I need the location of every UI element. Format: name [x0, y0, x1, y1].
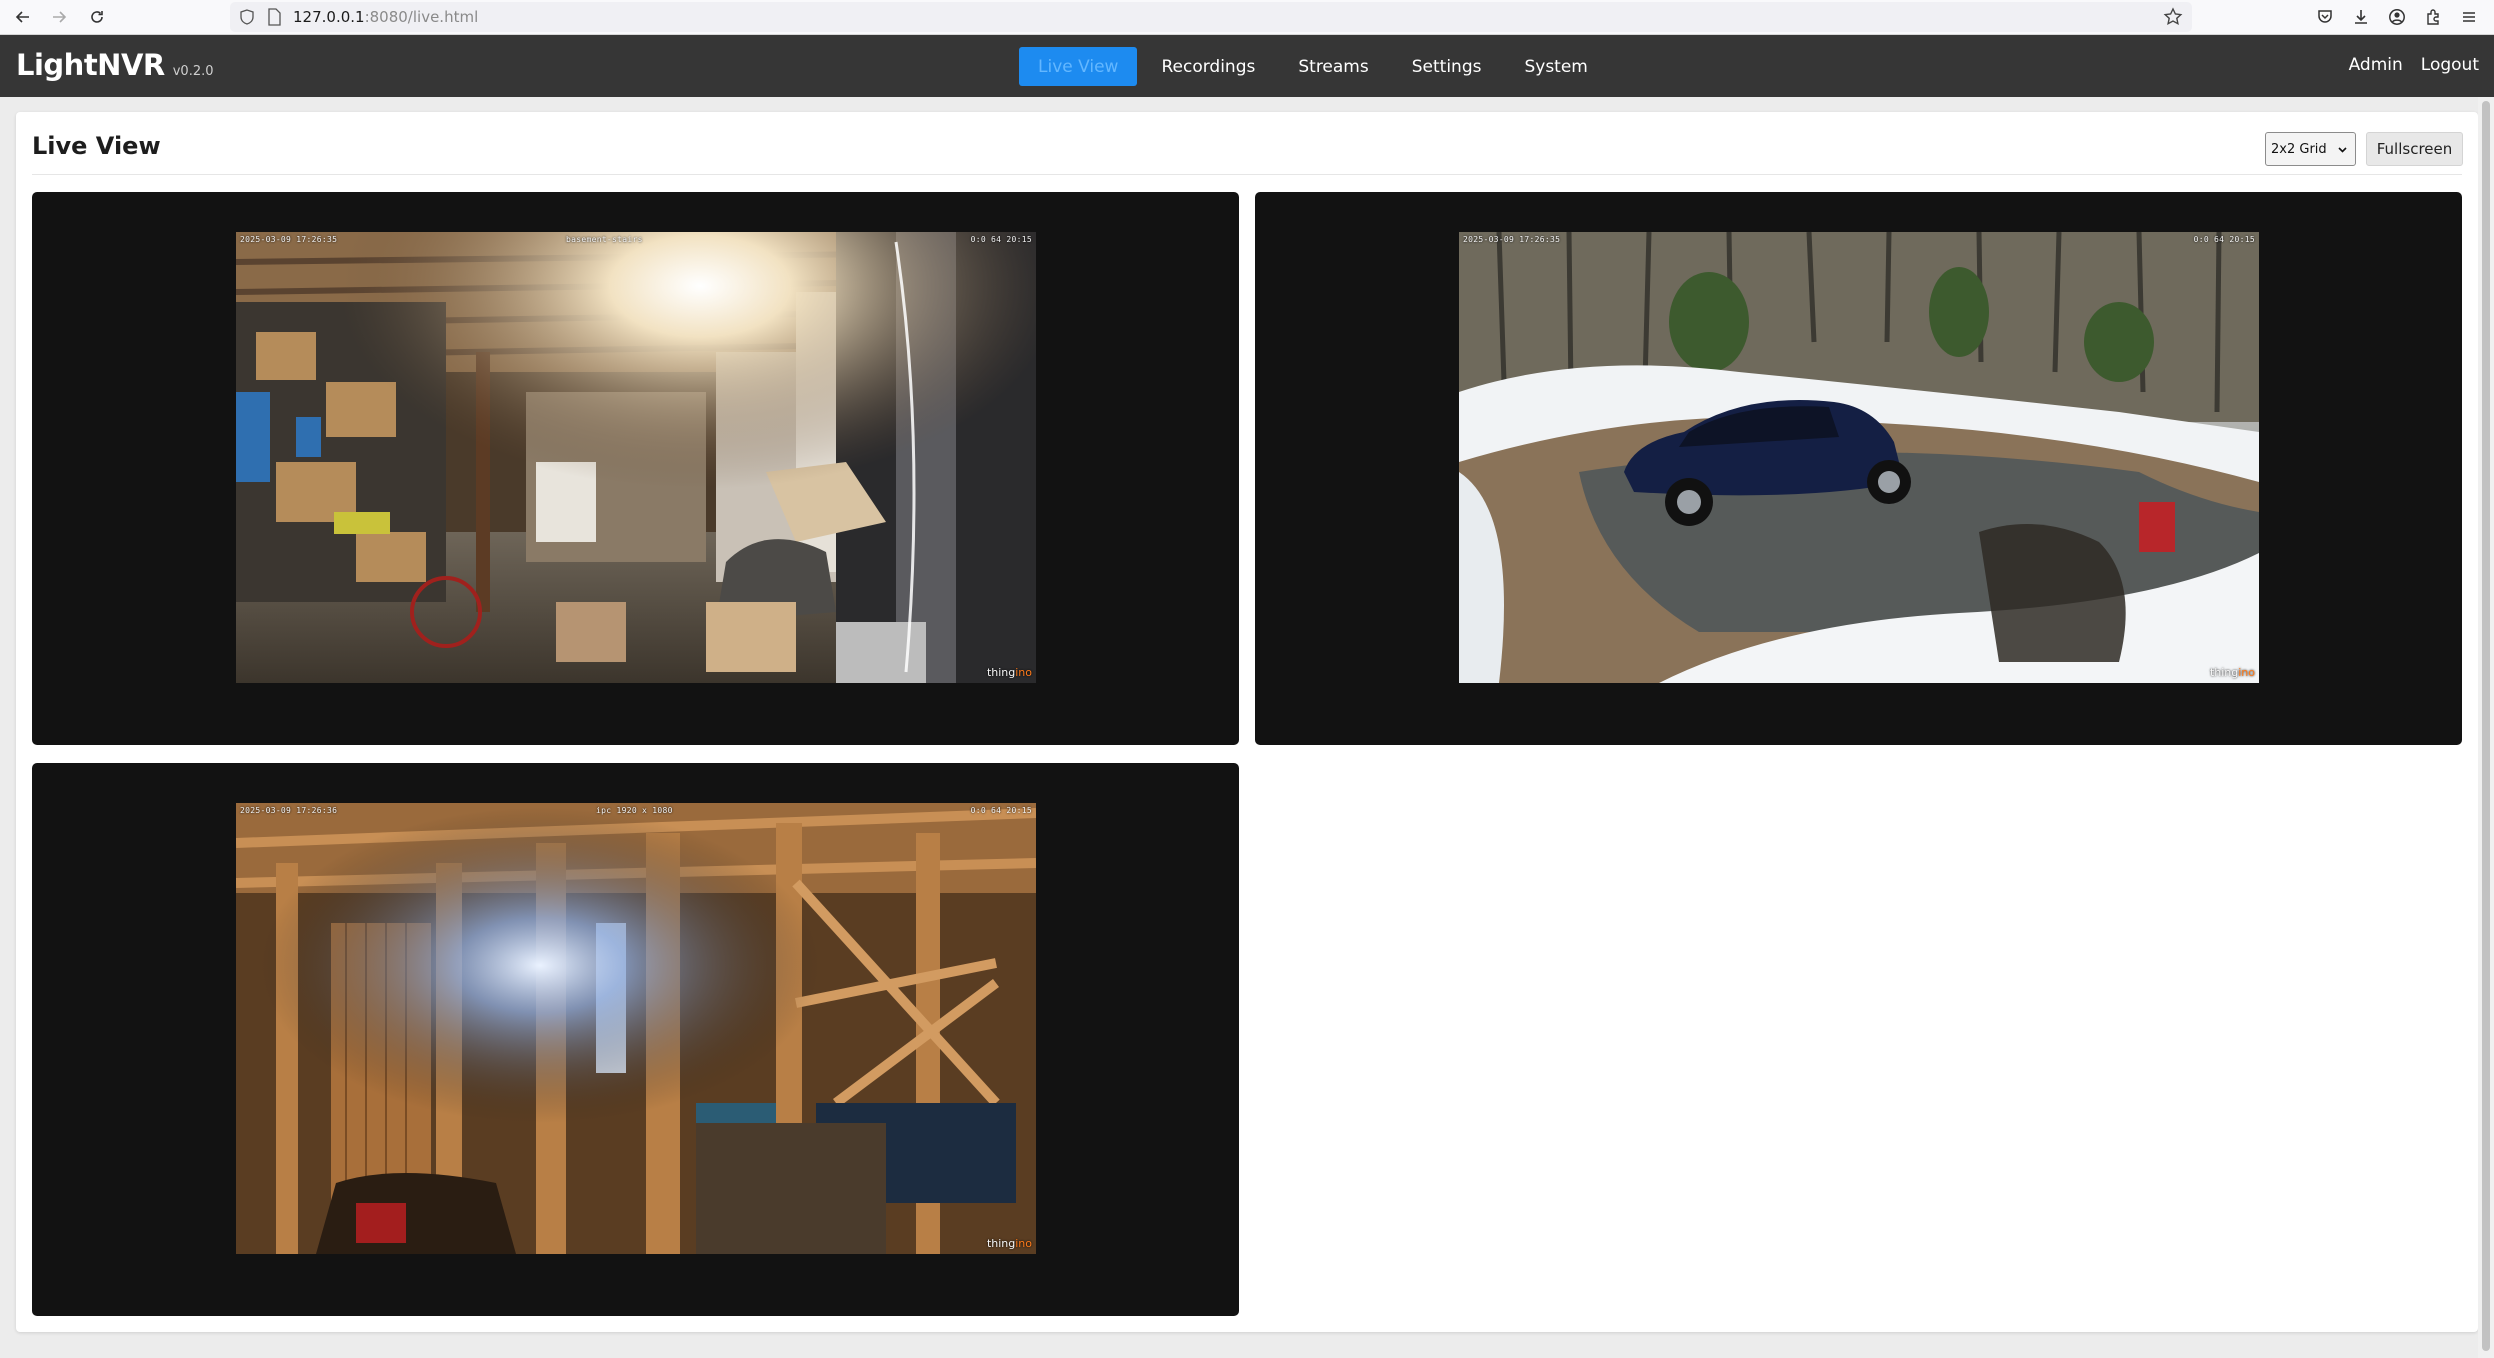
video-tile[interactable]: 2025-03-09 17:26:35 0:0 64 20:15 thingin…	[1255, 192, 2462, 745]
osd-label: ipc 1920 x 1080	[596, 806, 673, 815]
video-feed[interactable]: 2025-03-09 17:26:35 basement-stairs 0:0 …	[236, 232, 1036, 683]
osd-info: 0:0 64 20:15	[970, 806, 1032, 815]
url-host: 127.0.0.1	[293, 8, 365, 26]
barn-camera-image	[236, 803, 1036, 1254]
forward-arrow-icon[interactable]	[46, 4, 72, 30]
menu-icon[interactable]	[2456, 4, 2482, 30]
watermark-part-b: ino	[1015, 1237, 1032, 1250]
watermark-part-a: thing	[986, 666, 1016, 679]
watermark: thingino	[987, 666, 1032, 679]
title-divider	[32, 174, 2462, 175]
driveway-camera-image	[1459, 232, 2259, 683]
osd-timestamp: 2025-03-09 17:26:35	[240, 235, 338, 244]
nav-recordings[interactable]: Recordings	[1142, 47, 1274, 86]
pocket-icon[interactable]	[2312, 4, 2338, 30]
user-area: Admin Logout	[2349, 55, 2479, 75]
shield-icon[interactable]	[239, 9, 255, 25]
logout-link[interactable]: Logout	[2421, 55, 2479, 75]
video-feed[interactable]: 2025-03-09 17:26:35 0:0 64 20:15 thingin…	[1459, 232, 2259, 683]
osd-info: 0:0 64 20:15	[2193, 235, 2255, 244]
watermark-part-a: thing	[986, 1237, 1016, 1250]
url-path: :8080/live.html	[364, 8, 479, 26]
video-feed[interactable]: 2025-03-09 17:26:36 ipc 1920 x 1080 0:0 …	[236, 803, 1036, 1254]
page-title: Live View	[32, 132, 161, 160]
reload-icon[interactable]	[84, 4, 110, 30]
live-view-card: Live View 2x2 Grid Fullscreen 2025-03-09…	[16, 112, 2478, 1332]
watermark-part-b: ino	[1015, 666, 1032, 679]
basement-camera-image	[236, 232, 1036, 683]
nav-live-view[interactable]: Live View	[1019, 47, 1138, 86]
watermark-part-b: ino	[2238, 666, 2255, 679]
address-bar[interactable]: 127.0.0.1:8080/live.html	[230, 2, 2192, 32]
nav-system[interactable]: System	[1505, 47, 1606, 86]
account-icon[interactable]	[2384, 4, 2410, 30]
download-icon[interactable]	[2348, 4, 2374, 30]
video-tile[interactable]: 2025-03-09 17:26:35 basement-stairs 0:0 …	[32, 192, 1239, 745]
scrollbar-thumb[interactable]	[2482, 101, 2490, 1351]
user-name[interactable]: Admin	[2349, 55, 2403, 75]
nav-streams[interactable]: Streams	[1279, 47, 1387, 86]
app-logo-text: LightNVR	[16, 48, 165, 82]
page-icon	[268, 8, 281, 26]
url-text[interactable]: 127.0.0.1:8080/live.html	[293, 7, 478, 27]
layout-select[interactable]: 2x2 Grid	[2265, 132, 2356, 166]
watermark: thingino	[2210, 666, 2255, 679]
nav-settings[interactable]: Settings	[1393, 47, 1501, 86]
layout-select-value: 2x2 Grid	[2271, 141, 2327, 157]
extensions-icon[interactable]	[2420, 4, 2446, 30]
app-header: LightNVR v0.2.0 Live View Recordings Str…	[0, 35, 2494, 97]
osd-timestamp: 2025-03-09 17:26:36	[240, 806, 338, 815]
video-tile[interactable]: 2025-03-09 17:26:36 ipc 1920 x 1080 0:0 …	[32, 763, 1239, 1316]
osd-info: 0:0 64 20:15	[970, 235, 1032, 244]
page-scrollbar[interactable]	[2478, 97, 2494, 1358]
chevron-down-icon	[2338, 147, 2347, 153]
osd-timestamp: 2025-03-09 17:26:35	[1463, 235, 1561, 244]
osd-label: basement-stairs	[566, 235, 643, 244]
browser-toolbar: 127.0.0.1:8080/live.html	[0, 0, 2494, 35]
watermark-part-a: thing	[2209, 666, 2239, 679]
brand[interactable]: LightNVR v0.2.0	[16, 48, 214, 82]
back-arrow-icon[interactable]	[10, 4, 36, 30]
watermark: thingino	[987, 1237, 1032, 1250]
app-version: v0.2.0	[172, 64, 214, 79]
bookmark-star-icon[interactable]	[2162, 6, 2184, 28]
fullscreen-button[interactable]: Fullscreen	[2366, 132, 2463, 166]
main-nav: Live View Recordings Streams Settings Sy…	[1019, 47, 1607, 86]
